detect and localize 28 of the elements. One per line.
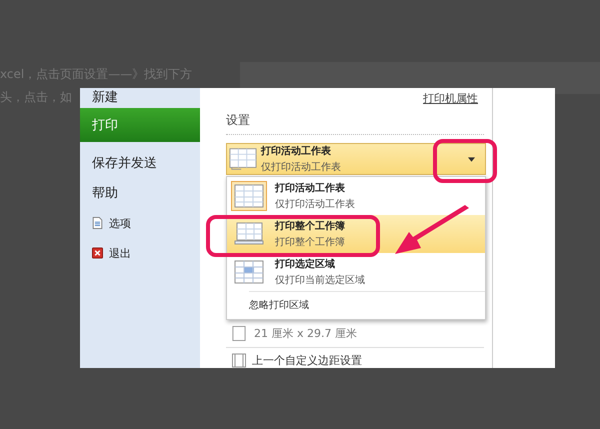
menu-item-description: 仅打印活动工作表 [275,198,356,211]
menu-item-title: 打印活动工作表 [275,182,346,195]
menu-item-description: 打印整个工作簿 [275,236,346,249]
sidebar-item[interactable]: 退出 [80,238,200,268]
menu-item[interactable]: 打印活动工作表 仅打印活动工作表 [227,177,485,215]
sidebar-item[interactable]: 新建 [80,88,200,106]
dropdown-title: 打印活动工作表 [261,144,332,158]
caret-icon [468,156,475,162]
ignore-print-area-item[interactable]: 忽略打印区域 [249,291,485,319]
menu-item[interactable]: 打印选定区域 仅打印当前选定区域 [227,253,485,291]
print-scope-dropdown[interactable]: 打印活动工作表 仅打印活动工作表 [226,143,486,175]
dropdown-subtitle: 仅打印活动工作表 [261,160,342,174]
page-icon [232,326,246,341]
paper-size-option[interactable]: 21 厘米 x 29.7 厘米 [226,320,484,348]
sheet-icon [229,147,257,171]
sidebar-item[interactable]: 选项 [80,208,200,238]
highlight-frame [433,139,497,183]
sidebar-item[interactable]: 保存并发送 [80,148,200,178]
menu-item-title: 打印整个工作簿 [275,220,346,233]
close-icon [92,247,103,259]
section-heading: 设置 [226,106,484,135]
menu-item-description: 仅打印当前选定区域 [275,274,366,287]
sidebar-item[interactable]: 打印 [80,108,200,142]
document-icon [92,217,103,229]
printer-properties-link[interactable]: 打印机属性 [423,91,478,106]
sidebar-item[interactable]: 帮助 [80,178,200,208]
menu-item-title: 打印选定区域 [275,257,336,271]
margins-option[interactable]: 上一个自定义边距设置 [226,348,492,368]
